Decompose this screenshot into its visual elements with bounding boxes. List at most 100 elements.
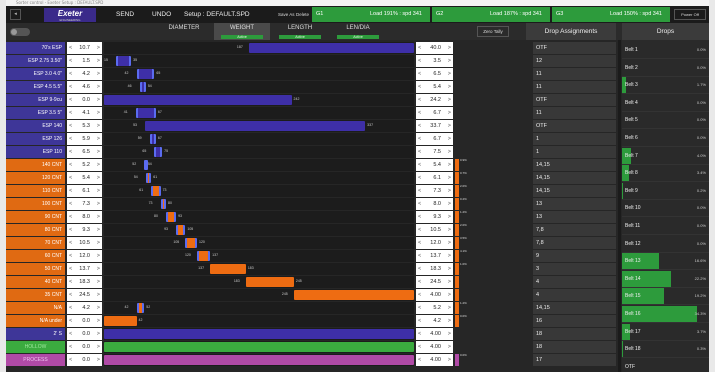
decrement-icon[interactable]: < bbox=[69, 185, 72, 197]
min-input[interactable]: <6.5 > bbox=[67, 146, 102, 158]
range-track[interactable]: 42 52 bbox=[104, 302, 414, 314]
increment-icon[interactable]: > bbox=[448, 289, 451, 301]
max-input[interactable]: <8.0 > bbox=[416, 198, 453, 210]
range-bar[interactable] bbox=[145, 121, 366, 131]
increment-icon[interactable]: > bbox=[97, 276, 100, 288]
increment-icon[interactable]: > bbox=[97, 185, 100, 197]
range-track[interactable]: 105 120 bbox=[104, 237, 414, 249]
drop-assignment[interactable]: 11 bbox=[533, 81, 616, 93]
max-input[interactable]: <13.7 > bbox=[416, 250, 453, 262]
range-bar[interactable] bbox=[104, 316, 137, 326]
decrement-icon[interactable]: < bbox=[418, 107, 421, 119]
min-input[interactable]: <10.7 > bbox=[67, 42, 102, 54]
drop-assignment[interactable]: 17 bbox=[533, 354, 616, 366]
drop-assignment[interactable]: 9 bbox=[533, 250, 616, 262]
drop-item[interactable]: Belt 13 16.6% bbox=[622, 253, 709, 271]
range-track[interactable]: 245 bbox=[104, 289, 414, 301]
increment-icon[interactable]: > bbox=[97, 81, 100, 93]
decrement-icon[interactable]: < bbox=[69, 289, 72, 301]
min-input[interactable]: <5.4 > bbox=[67, 172, 102, 184]
drop-item[interactable]: Belt 9 0.2% bbox=[622, 182, 709, 200]
range-track[interactable]: 59 67 bbox=[104, 133, 414, 145]
max-input[interactable]: <7.5 > bbox=[416, 146, 453, 158]
max-input[interactable]: <5.4 > bbox=[416, 81, 453, 93]
max-input[interactable]: <6.1 > bbox=[416, 172, 453, 184]
drop-item[interactable]: Belt 2 0.0% bbox=[622, 60, 709, 77]
max-input[interactable]: <10.5 > bbox=[416, 224, 453, 236]
min-input[interactable]: <18.3 > bbox=[67, 276, 102, 288]
grade-name[interactable]: 70 CNT bbox=[6, 237, 65, 249]
decrement-icon[interactable]: < bbox=[418, 68, 421, 80]
min-input[interactable]: <0.0 > bbox=[67, 315, 102, 327]
max-input[interactable]: <5.2 > bbox=[416, 302, 453, 314]
decrement-icon[interactable]: < bbox=[69, 263, 72, 275]
decrement-icon[interactable]: < bbox=[418, 211, 421, 223]
grade-name[interactable]: ESP 140 bbox=[6, 120, 65, 132]
range-bar[interactable] bbox=[104, 329, 414, 339]
zero-tally-button[interactable]: Zero Tally bbox=[477, 26, 509, 37]
drop-assignment[interactable]: 16 bbox=[533, 315, 616, 327]
max-input[interactable]: <12.0 > bbox=[416, 237, 453, 249]
grade-name[interactable]: 60 CNT bbox=[6, 250, 65, 262]
min-input[interactable]: <1.5 > bbox=[67, 55, 102, 67]
increment-icon[interactable]: > bbox=[97, 159, 100, 171]
grade-name[interactable]: 90 CNT bbox=[6, 211, 65, 223]
increment-icon[interactable]: > bbox=[97, 146, 100, 158]
drop-item[interactable]: Belt 3 1.7% bbox=[622, 77, 709, 95]
range-track[interactable]: 73 80 bbox=[104, 198, 414, 210]
send-button[interactable]: SEND bbox=[116, 6, 134, 23]
decrement-icon[interactable]: < bbox=[418, 263, 421, 275]
decrement-icon[interactable]: < bbox=[418, 328, 421, 340]
drop-assignment[interactable]: 18 bbox=[533, 341, 616, 353]
min-input[interactable]: <5.2 > bbox=[67, 159, 102, 171]
decrement-icon[interactable]: < bbox=[418, 354, 421, 366]
increment-icon[interactable]: > bbox=[97, 42, 100, 54]
decrement-icon[interactable]: < bbox=[418, 55, 421, 67]
grade-name[interactable]: N/A under bbox=[6, 315, 65, 327]
decrement-icon[interactable]: < bbox=[418, 315, 421, 327]
decrement-icon[interactable]: < bbox=[418, 159, 421, 171]
range-bar[interactable] bbox=[136, 69, 155, 79]
max-input[interactable]: <9.3 > bbox=[416, 211, 453, 223]
decrement-icon[interactable]: < bbox=[418, 81, 421, 93]
grade-name[interactable]: ESP 4.5 5.5" bbox=[6, 81, 65, 93]
grade-name[interactable]: 110 CNT bbox=[6, 185, 65, 197]
max-input[interactable]: <40.0 > bbox=[416, 42, 453, 54]
increment-icon[interactable]: > bbox=[97, 172, 100, 184]
increment-icon[interactable]: > bbox=[448, 341, 451, 353]
increment-icon[interactable]: > bbox=[448, 107, 451, 119]
max-input[interactable]: <4.00 > bbox=[416, 289, 453, 301]
tab-lendia[interactable]: LEN/DIA Active bbox=[330, 23, 386, 40]
max-input[interactable]: <6.7 > bbox=[416, 107, 453, 119]
increment-icon[interactable]: > bbox=[448, 133, 451, 145]
increment-icon[interactable]: > bbox=[448, 315, 451, 327]
grade-name[interactable]: ESP 3.5 5" bbox=[6, 107, 65, 119]
range-track[interactable]: 54 61 bbox=[104, 172, 414, 184]
max-input[interactable]: <5.4 > bbox=[416, 159, 453, 171]
grade-name[interactable]: 35 CNT bbox=[6, 289, 65, 301]
drop-assignment[interactable]: 1 bbox=[533, 146, 616, 158]
range-track[interactable]: 137 183 bbox=[104, 263, 414, 275]
increment-icon[interactable]: > bbox=[448, 250, 451, 262]
range-bar[interactable] bbox=[145, 173, 152, 183]
drop-item[interactable]: Belt 11 0.0% bbox=[622, 218, 709, 235]
increment-icon[interactable]: > bbox=[97, 315, 100, 327]
increment-icon[interactable]: > bbox=[448, 328, 451, 340]
range-bar[interactable] bbox=[104, 355, 414, 365]
drop-item[interactable]: Belt 8 3.4% bbox=[622, 165, 709, 183]
range-track[interactable]: 15 35 bbox=[104, 55, 414, 67]
increment-icon[interactable]: > bbox=[448, 42, 451, 54]
drop-item[interactable]: Belt 14 22.2% bbox=[622, 270, 709, 288]
max-input[interactable]: <6.7 > bbox=[416, 133, 453, 145]
drop-item[interactable]: Belt 17 3.7% bbox=[622, 323, 709, 341]
range-bar[interactable] bbox=[166, 212, 177, 222]
drop-item[interactable]: Belt 5 0.0% bbox=[622, 112, 709, 130]
decrement-icon[interactable]: < bbox=[69, 133, 72, 145]
increment-icon[interactable]: > bbox=[97, 263, 100, 275]
min-input[interactable]: <0.0 > bbox=[67, 328, 102, 340]
min-input[interactable]: <5.9 > bbox=[67, 133, 102, 145]
max-input[interactable]: <4.00 > bbox=[416, 354, 453, 366]
increment-icon[interactable]: > bbox=[448, 276, 451, 288]
mode-toggle[interactable] bbox=[10, 28, 30, 36]
drop-item[interactable]: Belt 15 19.2% bbox=[622, 288, 709, 306]
